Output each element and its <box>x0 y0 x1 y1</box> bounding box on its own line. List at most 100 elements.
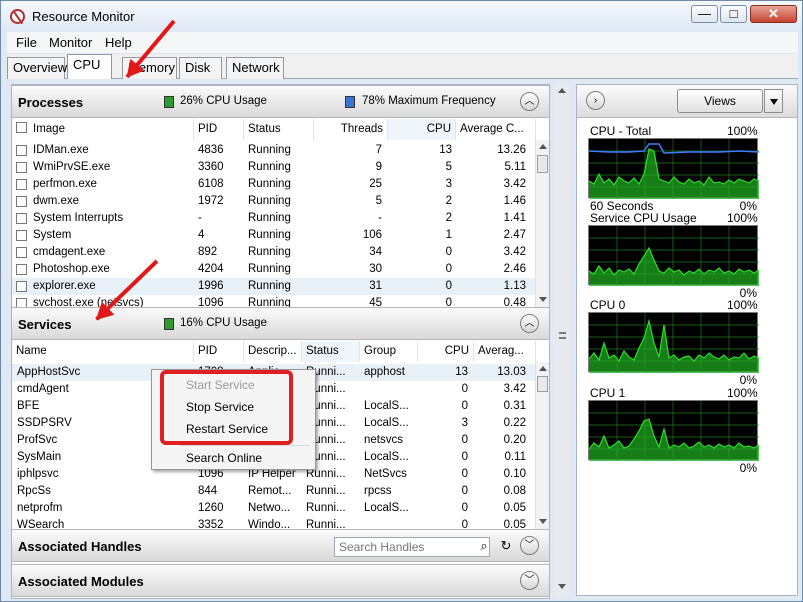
services-col-description[interactable]: Descrip... <box>244 341 302 362</box>
services-col-group[interactable]: Group <box>360 341 418 362</box>
process-row[interactable]: svchost.exe (netsvcs) 1096 Running 45 0 0.48 <box>12 295 537 307</box>
process-checkbox[interactable] <box>16 196 27 207</box>
cpu-graph <box>588 225 759 286</box>
chevron-up-icon[interactable]: ︿ <box>520 92 539 111</box>
service-group-cell: apphost <box>364 366 405 378</box>
service-name-cell: netprofm <box>17 502 63 514</box>
service-cpu-cell: 0 <box>461 519 468 529</box>
process-row[interactable]: cmdagent.exe 892 Running 34 0 3.42 <box>12 244 537 261</box>
scroll-down-icon[interactable] <box>558 584 566 589</box>
process-row[interactable]: perfmon.exe 6108 Running 25 3 3.42 <box>12 176 537 193</box>
process-row[interactable]: IDMan.exe 4836 Running 7 13 13.26 <box>12 142 537 159</box>
process-status-cell: Running <box>248 161 291 173</box>
process-checkbox[interactable] <box>16 281 27 292</box>
graph-max-label: 100% <box>727 124 758 138</box>
search-icon[interactable]: ⌕ <box>474 537 494 557</box>
process-threads-cell: 31 <box>369 280 382 292</box>
services-col-pid[interactable]: PID <box>194 341 244 362</box>
scroll-up-icon[interactable] <box>558 88 566 93</box>
processes-col-image[interactable]: Image <box>12 119 194 140</box>
process-checkbox[interactable] <box>16 179 27 190</box>
process-row[interactable]: Photoshop.exe 4204 Running 30 0 2.46 <box>12 261 537 278</box>
title-bar: Resource Monitor — □ ✕ <box>1 1 802 31</box>
search-online-menu-item[interactable]: Search Online <box>186 451 262 465</box>
services-col-status[interactable]: Status <box>302 341 360 362</box>
process-checkbox[interactable] <box>16 230 27 241</box>
views-button[interactable]: Views <box>677 89 763 113</box>
associated-modules-header[interactable]: Associated Modules ﹀ <box>12 564 549 597</box>
close-button[interactable]: ✕ <box>750 5 797 23</box>
select-all-checkbox[interactable] <box>16 122 27 133</box>
refresh-icon[interactable]: ↻ <box>496 537 516 557</box>
service-row[interactable]: netprofm 1260 Netwo... Runni... LocalS... 0 0.… <box>12 500 537 517</box>
process-image-cell: Photoshop.exe <box>33 263 110 275</box>
tab-network[interactable]: Network <box>226 57 284 79</box>
service-pid-cell: 1260 <box>198 502 224 514</box>
scroll-down-icon[interactable] <box>539 519 547 524</box>
chevron-up-icon[interactable]: ︿ <box>520 314 539 333</box>
process-checkbox[interactable] <box>16 145 27 156</box>
process-pid-cell: 4204 <box>198 263 224 275</box>
service-avg-cell: 3.42 <box>503 383 526 395</box>
services-scroll-thumb[interactable] <box>537 376 548 392</box>
process-checkbox[interactable] <box>16 162 27 173</box>
maximize-button[interactable]: □ <box>720 5 747 23</box>
process-row[interactable]: explorer.exe 1996 Running 31 0 1.13 <box>12 278 537 295</box>
panel-splitter[interactable] <box>554 84 571 596</box>
services-scrollbar[interactable] <box>535 362 549 529</box>
cpu-usage-chip-icon <box>164 96 174 108</box>
graph-min-label: 0% <box>739 373 757 387</box>
processes-scroll-thumb[interactable] <box>537 155 548 173</box>
tab-cpu[interactable]: CPU <box>67 54 112 79</box>
process-checkbox[interactable] <box>16 264 27 275</box>
processes-header[interactable]: Processes 26% CPU Usage 78% Maximum Freq… <box>12 85 549 118</box>
process-status-cell: Running <box>248 229 291 241</box>
scroll-up-icon[interactable] <box>539 366 547 371</box>
services-col-name[interactable]: Name <box>12 341 194 362</box>
processes-col-cpu[interactable]: CPU <box>388 119 456 140</box>
menu-monitor[interactable]: Monitor <box>49 35 92 50</box>
process-threads-cell: - <box>378 212 382 224</box>
process-status-cell: Running <box>248 297 291 307</box>
process-row[interactable]: System 4 Running 106 1 2.47 <box>12 227 537 244</box>
minimize-button[interactable]: — <box>691 5 718 23</box>
service-row[interactable]: WSearch 3352 Windo... Runni... 0 0.05 <box>12 517 537 529</box>
process-avg-cell: 1.41 <box>503 212 526 224</box>
process-row[interactable]: dwm.exe 1972 Running 5 2 1.46 <box>12 193 537 210</box>
search-handles-input[interactable]: Search Handles <box>334 537 490 557</box>
processes-col-average-cpu[interactable]: Average C... <box>456 119 536 140</box>
chevron-down-icon[interactable]: ﹀ <box>520 571 539 590</box>
processes-col-status[interactable]: Status <box>244 119 314 140</box>
processes-scrollbar[interactable] <box>535 140 549 307</box>
tab-disk[interactable]: Disk <box>179 57 222 79</box>
process-pid-cell: - <box>198 212 202 224</box>
services-col-average-cpu[interactable]: Averag... <box>474 341 536 362</box>
process-cpu-cell: 0 <box>445 280 452 292</box>
service-row[interactable]: RpcSs 844 Remot... Runni... rpcss 0 0.08 <box>12 483 537 500</box>
menu-help[interactable]: Help <box>105 35 132 50</box>
process-checkbox[interactable] <box>16 298 27 307</box>
process-checkbox[interactable] <box>16 213 27 224</box>
tab-overview[interactable]: Overview <box>7 57 67 79</box>
process-row[interactable]: WmiPrvSE.exe 3360 Running 9 5 5.11 <box>12 159 537 176</box>
associated-handles-header[interactable]: Associated Handles Search Handles ⌕ ↻ ﹀ <box>12 529 549 562</box>
menu-file[interactable]: File <box>16 35 37 50</box>
process-avg-cell: 2.47 <box>503 229 526 241</box>
process-row[interactable]: System Interrupts - Running - 2 1.41 <box>12 210 537 227</box>
scroll-up-icon[interactable] <box>539 144 547 149</box>
services-col-cpu[interactable]: CPU <box>418 341 474 362</box>
views-dropdown-icon[interactable] <box>764 89 783 113</box>
processes-col-threads[interactable]: Threads <box>314 119 388 140</box>
process-cpu-cell: 5 <box>445 161 452 173</box>
process-checkbox[interactable] <box>16 247 27 258</box>
processes-col-pid[interactable]: PID <box>194 119 244 140</box>
scroll-down-icon[interactable] <box>539 297 547 302</box>
process-image-cell: System <box>33 229 72 241</box>
splitter-grip-icon[interactable] <box>559 332 566 339</box>
service-status-cell: Runni... <box>306 519 346 529</box>
chevron-right-icon[interactable]: › <box>586 91 605 110</box>
chevron-down-icon[interactable]: ﹀ <box>520 536 539 555</box>
service-avg-cell: 0.08 <box>503 485 526 497</box>
service-group-cell: NetSvcs <box>364 468 407 480</box>
process-image-cell: explorer.exe <box>33 280 96 292</box>
